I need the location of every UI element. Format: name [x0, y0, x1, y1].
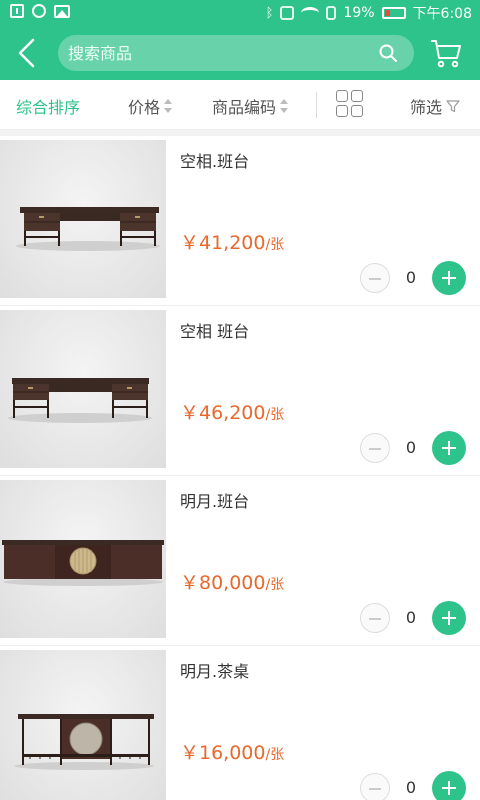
quantity-stepper: 0: [360, 771, 466, 800]
product-item[interactable]: 明月.班台 ￥80,000/张 0: [0, 476, 480, 646]
sort-comprehensive-label: 综合排序: [16, 98, 81, 117]
tea-table-image: [14, 714, 154, 770]
price-value: ￥80,000: [180, 572, 266, 594]
sort-code[interactable]: 商品编码: [212, 94, 289, 118]
sim-icon: [326, 6, 337, 20]
battery-icon: [381, 7, 406, 19]
decrease-button[interactable]: [360, 263, 390, 293]
sort-arrows-icon: [280, 99, 289, 113]
cart-icon[interactable]: [430, 38, 462, 68]
sort-arrows-icon: [164, 99, 173, 113]
notification-icon: [10, 4, 24, 18]
product-name[interactable]: 空相 班台: [180, 318, 249, 342]
quantity-value[interactable]: 0: [390, 268, 432, 287]
decrease-button[interactable]: [360, 603, 390, 633]
quantity-value[interactable]: 0: [390, 438, 432, 457]
product-image[interactable]: [0, 310, 166, 468]
quantity-stepper: 0: [360, 431, 466, 465]
back-button[interactable]: [12, 36, 46, 70]
price-value: ￥46,200: [180, 402, 266, 424]
system-icons: ᛒ 19% 下午6:08: [266, 3, 472, 23]
divider: [316, 92, 317, 118]
filter-label: 筛选: [410, 98, 443, 117]
increase-button[interactable]: [432, 771, 466, 800]
quantity-stepper: 0: [360, 261, 466, 295]
search-input[interactable]: [68, 43, 358, 63]
price-unit: /张: [265, 747, 285, 763]
increase-button[interactable]: [432, 601, 466, 635]
back-arrow-icon: [18, 38, 35, 68]
product-item[interactable]: 空相.班台 ￥41,200/张 0: [0, 136, 480, 306]
wifi-icon: [301, 7, 320, 19]
price-value: ￥41,200: [180, 232, 266, 254]
price-unit: /张: [265, 577, 285, 593]
product-price: ￥80,000/张: [180, 568, 284, 595]
sync-icon: [32, 4, 46, 18]
price-unit: /张: [265, 407, 285, 423]
search-icon[interactable]: [378, 43, 398, 63]
decrease-button[interactable]: [360, 433, 390, 463]
product-image[interactable]: [0, 480, 166, 638]
battery-percent: 19%: [343, 5, 375, 21]
cabinet-image: [2, 540, 164, 586]
quantity-value[interactable]: 0: [390, 778, 432, 797]
sort-comprehensive[interactable]: 综合排序: [16, 94, 80, 118]
product-name[interactable]: 明月.茶桌: [180, 658, 249, 682]
notification-icons: [10, 4, 70, 18]
sort-bar: 综合排序 价格 商品编码 筛选: [0, 80, 480, 130]
product-price: ￥16,000/张: [180, 738, 284, 765]
grid-view-icon[interactable]: [336, 90, 364, 118]
product-image[interactable]: [0, 650, 166, 800]
app-header: [0, 26, 480, 80]
bluetooth-icon: ᛒ: [265, 5, 274, 21]
product-name[interactable]: 明月.班台: [180, 488, 249, 512]
search-bar[interactable]: [58, 35, 414, 71]
product-price: ￥46,200/张: [180, 398, 284, 425]
quantity-value[interactable]: 0: [390, 608, 432, 627]
product-item[interactable]: 空相 班台 ￥46,200/张 0: [0, 306, 480, 476]
sort-code-label: 商品编码: [212, 98, 277, 117]
sort-price[interactable]: 价格: [128, 94, 173, 118]
product-image[interactable]: [0, 140, 166, 298]
desk-image: [16, 207, 160, 251]
filter-button[interactable]: 筛选: [410, 94, 460, 118]
clock: 下午6:08: [412, 6, 472, 22]
image-icon: [54, 4, 70, 18]
product-price: ￥41,200/张: [180, 228, 284, 255]
vibrate-icon: [280, 6, 295, 20]
price-value: ￥16,000: [180, 742, 266, 764]
increase-button[interactable]: [432, 431, 466, 465]
decrease-button[interactable]: [360, 773, 390, 800]
quantity-stepper: 0: [360, 601, 466, 635]
filter-icon: [446, 100, 460, 113]
desk-image: [8, 378, 152, 423]
product-item[interactable]: 明月.茶桌 ￥16,000/张 0: [0, 646, 480, 800]
price-unit: /张: [265, 237, 285, 253]
sort-price-label: 价格: [128, 98, 161, 117]
product-name[interactable]: 空相.班台: [180, 148, 249, 172]
status-bar: ᛒ 19% 下午6:08: [0, 0, 480, 26]
increase-button[interactable]: [432, 261, 466, 295]
